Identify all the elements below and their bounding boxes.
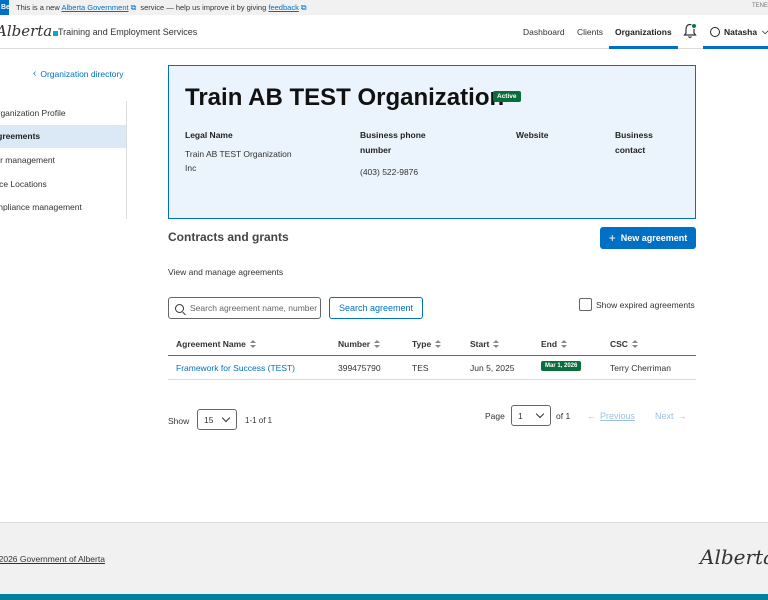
result-range: 1-1 of 1 bbox=[245, 416, 273, 425]
legal-name-line2: Inc bbox=[185, 163, 197, 173]
user-icon bbox=[710, 27, 720, 37]
sidebar-item-user-management[interactable]: User management bbox=[0, 148, 126, 172]
section-description: View and manage agreements bbox=[168, 267, 284, 277]
sidebar-item-organization-profile[interactable]: Organization Profile bbox=[0, 101, 126, 125]
agreement-number: 399475790 bbox=[338, 363, 381, 373]
arrow-right-icon: → bbox=[677, 411, 687, 421]
arrow-left-icon: ← bbox=[587, 411, 596, 421]
banner-right-text: TENE bbox=[751, 3, 768, 9]
beta-banner: Beta This is a new Alberta Government⧉ s… bbox=[0, 0, 768, 15]
plus-icon: + bbox=[608, 231, 616, 245]
footer-bar bbox=[0, 594, 768, 600]
user-menu[interactable]: Natasha ⌵ bbox=[710, 27, 768, 37]
show-expired-checkbox[interactable] bbox=[579, 298, 592, 311]
beta-badge: Beta bbox=[0, 0, 9, 15]
user-name: Natasha bbox=[724, 27, 758, 37]
legal-name-label: Legal Name bbox=[185, 130, 233, 140]
org-directory-label: Organization directory bbox=[40, 68, 124, 79]
agreement-type: TES bbox=[412, 363, 429, 373]
sort-icon bbox=[249, 339, 256, 349]
page-size-select[interactable]: 15 bbox=[197, 409, 237, 430]
chevron-down-icon: ⌵ bbox=[762, 27, 768, 36]
search-agreement-button[interactable]: Search agreement bbox=[329, 297, 423, 319]
organization-title: Train AB TEST Organization bbox=[185, 84, 505, 111]
feedback-link[interactable]: feedback bbox=[268, 3, 298, 12]
sort-icon bbox=[435, 339, 442, 349]
organization-summary-card: Train AB TEST Organization Active Legal … bbox=[168, 65, 696, 219]
new-agreement-label: New agreement bbox=[620, 233, 688, 243]
next-page-button[interactable]: Next → bbox=[655, 411, 691, 421]
sort-icon bbox=[374, 339, 381, 349]
sidebar-item-agreements[interactable]: Agreements bbox=[0, 124, 126, 149]
banner-text: This is a new Alberta Government ⧉ servic… bbox=[16, 3, 309, 13]
col-start[interactable]: Start bbox=[470, 339, 500, 349]
phone-label-line1: Business phone bbox=[360, 130, 426, 140]
alberta-logo[interactable]: Alberta bbox=[0, 22, 59, 40]
col-agreement-name[interactable]: Agreement Name bbox=[176, 339, 256, 349]
table-row: Framework for Success (TEST) 399475790 T… bbox=[168, 356, 696, 380]
chevron-down-icon bbox=[221, 413, 231, 423]
alberta-footer-logo: Alberta bbox=[700, 545, 768, 569]
sidebar-item-office-locations[interactable]: Office Locations bbox=[0, 172, 126, 196]
show-expired-label: Show expired agreements bbox=[596, 299, 695, 310]
table-header: Agreement Name Number Type Start End CSC bbox=[168, 333, 696, 356]
search-icon bbox=[175, 303, 184, 313]
page-value: 1 bbox=[518, 410, 523, 421]
sidebar-item-compliance-management[interactable]: Compliance management bbox=[0, 195, 126, 219]
org-directory-link[interactable]: ‹ Organization directory bbox=[33, 68, 124, 79]
phone-label-line2: number bbox=[360, 145, 392, 155]
external-link-icon: ⧉ bbox=[300, 2, 307, 12]
nav-organizations[interactable]: Organizations bbox=[615, 27, 672, 37]
new-agreement-button[interactable]: + New agreement bbox=[600, 227, 696, 249]
col-end[interactable]: End bbox=[541, 339, 568, 349]
nav-dashboard[interactable]: Dashboard bbox=[523, 27, 565, 37]
user-menu-indicator bbox=[703, 46, 768, 49]
search-input[interactable] bbox=[190, 303, 320, 313]
copyright-link[interactable]: © 2026 Government of Alberta bbox=[0, 554, 105, 564]
sort-icon bbox=[493, 339, 500, 349]
page-total: of 1 bbox=[556, 411, 571, 421]
page-label: Page bbox=[485, 411, 505, 421]
sort-icon bbox=[631, 339, 638, 349]
phone-value: (403) 522-9876 bbox=[360, 167, 419, 177]
chevron-down-icon bbox=[535, 409, 545, 419]
page-footer: © 2026 Government of Alberta Alberta bbox=[0, 522, 768, 594]
legal-name-line1: Train AB TEST Organization bbox=[185, 149, 292, 159]
previous-page-button[interactable]: ← Previous bbox=[583, 411, 635, 421]
sort-icon bbox=[561, 339, 568, 349]
end-date-badge: Mar 1, 2026 bbox=[541, 361, 582, 371]
col-csc[interactable]: CSC bbox=[610, 339, 638, 349]
show-label: Show bbox=[168, 416, 190, 426]
section-title: Contracts and grants bbox=[168, 230, 289, 244]
col-number[interactable]: Number bbox=[338, 339, 381, 349]
show-expired-toggle[interactable]: Show expired agreements bbox=[579, 298, 695, 311]
website-label: Website bbox=[516, 130, 549, 140]
page-select[interactable]: 1 bbox=[511, 405, 551, 426]
search-field[interactable] bbox=[168, 297, 321, 319]
chevron-left-icon: ‹ bbox=[33, 68, 37, 79]
service-name: Training and Employment Services bbox=[58, 27, 198, 37]
banner-prefix: This is a new bbox=[16, 2, 60, 12]
app-header: Alberta Training and Employment Services… bbox=[0, 15, 768, 49]
agreement-start: Jun 5, 2025 bbox=[470, 363, 515, 373]
banner-middle: service — help us improve it by giving bbox=[140, 2, 267, 12]
agreement-csc: Terry Cherriman bbox=[610, 363, 671, 373]
status-badge: Active bbox=[493, 91, 521, 102]
agreement-name-link[interactable]: Framework for Success (TEST) bbox=[176, 363, 295, 373]
notification-dot bbox=[691, 23, 697, 29]
contact-label-line1: Business bbox=[615, 130, 653, 140]
col-type[interactable]: Type bbox=[412, 339, 442, 349]
gov-link[interactable]: Alberta Government bbox=[61, 3, 128, 12]
contact-label-line2: contact bbox=[615, 145, 646, 155]
active-nav-indicator bbox=[609, 46, 678, 49]
page-size-value: 15 bbox=[204, 414, 214, 425]
nav-clients[interactable]: Clients bbox=[577, 27, 603, 37]
external-link-icon: ⧉ bbox=[130, 2, 137, 12]
side-menu: Organization Profile Agreements User man… bbox=[0, 101, 127, 219]
